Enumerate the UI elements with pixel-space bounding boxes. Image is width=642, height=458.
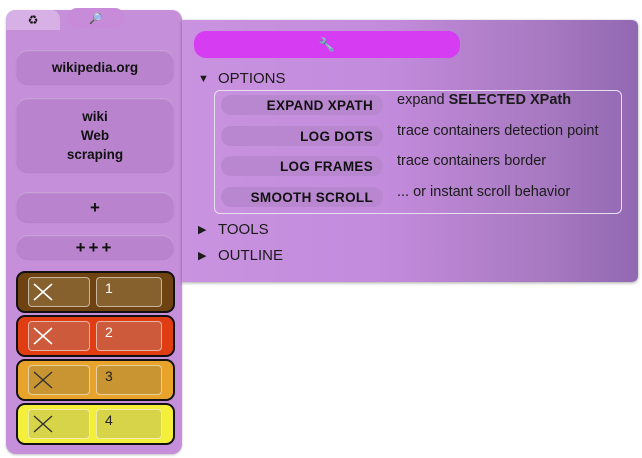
slot-number: 2: [105, 324, 113, 340]
option-button-label: EXPAND XPATH: [266, 97, 373, 113]
slot-number: 3: [105, 368, 113, 384]
options-list: EXPAND XPATH expand SELECTED XPath LOG D…: [214, 90, 622, 214]
close-icon: [33, 371, 53, 389]
project-line: scraping: [66, 146, 124, 162]
slot-1-remove-button[interactable]: [28, 277, 90, 307]
section-tools-label: TOOLS: [218, 221, 269, 238]
option-description: expand SELECTED XPath: [397, 92, 571, 108]
slot-2: 2: [16, 315, 175, 357]
options-panel: 🔧 ▼ OPTIONS EXPAND XPATH expand SELECTED…: [182, 20, 638, 282]
option-description-text: trace containers detection point: [397, 123, 599, 139]
site-button[interactable]: wikipedia.org: [16, 50, 174, 84]
close-icon: [33, 415, 53, 433]
site-label: wikipedia.org: [51, 59, 139, 75]
search-icon: 🔎: [89, 12, 103, 25]
project-button[interactable]: wiki Web scraping: [16, 98, 174, 172]
project-line: Web: [80, 127, 110, 143]
section-tools[interactable]: ▶ TOOLS: [198, 221, 269, 238]
add-many-label: +++: [75, 237, 115, 257]
option-description: ... or instant scroll behavior: [397, 184, 570, 200]
tab-search[interactable]: 🔎: [68, 8, 124, 28]
triangle-down-icon: ▼: [198, 72, 209, 85]
option-description-text: ... or instant scroll behavior: [397, 184, 571, 200]
slot-1: 1: [16, 271, 175, 313]
slot-4: 4: [16, 403, 175, 445]
add-many-button[interactable]: +++: [16, 235, 174, 259]
triangle-right-icon: ▶: [198, 224, 207, 236]
add-label: +: [90, 197, 100, 217]
section-options-label: OPTIONS: [218, 70, 286, 87]
log-frames-button[interactable]: LOG FRAMES: [221, 156, 383, 176]
smooth-scroll-button[interactable]: SMOOTH SCROLL: [221, 187, 383, 207]
section-options[interactable]: ▼ OPTIONS: [198, 70, 286, 87]
option-button-label: SMOOTH SCROLL: [250, 189, 373, 205]
slot-number: 1: [105, 280, 113, 296]
sidebar: ♻ 🔎 wikipedia.org wiki Web scraping + ++…: [6, 8, 182, 454]
section-outline-label: OUTLINE: [218, 247, 284, 264]
slot-4-remove-button[interactable]: [28, 409, 90, 439]
section-outline[interactable]: ▶ OUTLINE: [198, 247, 283, 264]
slot-3-select-button[interactable]: 3: [96, 365, 162, 395]
option-description: trace containers border: [397, 153, 546, 169]
option-description-bold: SELECTED XPath: [448, 92, 572, 108]
tab-recycle[interactable]: ♻: [6, 10, 60, 30]
option-description-text: expand: [397, 92, 449, 108]
slot-number: 4: [105, 412, 113, 428]
project-line: wiki: [82, 108, 108, 124]
log-dots-button[interactable]: LOG DOTS: [221, 126, 383, 146]
close-icon: [33, 327, 53, 345]
slot-2-remove-button[interactable]: [28, 321, 90, 351]
option-button-label: LOG FRAMES: [280, 158, 373, 174]
slot-3-remove-button[interactable]: [28, 365, 90, 395]
slot-2-select-button[interactable]: 2: [96, 321, 162, 351]
slot-4-select-button[interactable]: 4: [96, 409, 162, 439]
wrench-icon: 🔧: [318, 36, 336, 52]
option-description: trace containers detection point: [397, 123, 599, 139]
expand-xpath-button[interactable]: EXPAND XPATH: [221, 95, 383, 115]
recycle-icon: ♻: [27, 13, 39, 27]
slot-3: 3: [16, 359, 175, 401]
triangle-right-icon: ▶: [198, 250, 207, 262]
slot-1-select-button[interactable]: 1: [96, 277, 162, 307]
option-description-text: trace containers border: [397, 153, 547, 169]
close-icon: [33, 283, 53, 301]
option-button-label: LOG DOTS: [300, 128, 373, 144]
add-button[interactable]: +: [16, 192, 174, 222]
wrench-header-button[interactable]: 🔧: [194, 31, 460, 58]
